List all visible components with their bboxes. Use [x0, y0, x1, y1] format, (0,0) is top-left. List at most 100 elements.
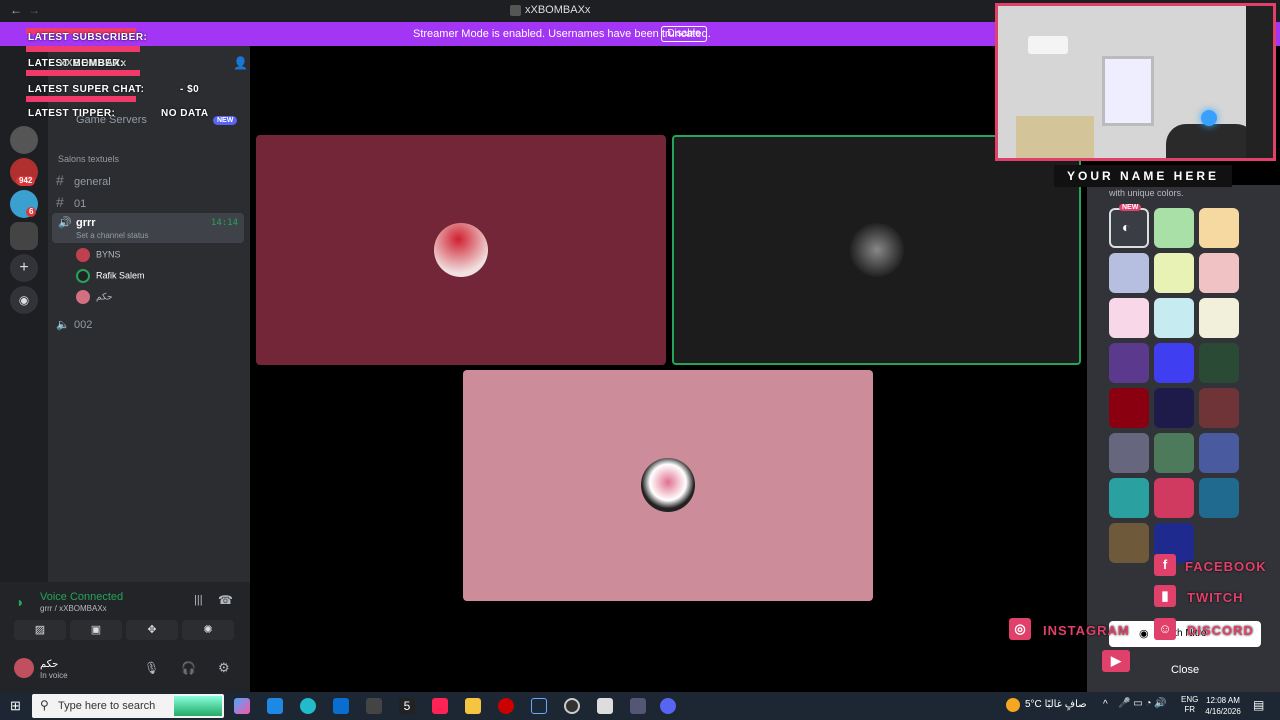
mail-icon[interactable] — [333, 698, 349, 714]
channel-01[interactable]: #01 — [56, 194, 86, 210]
theme-swatch[interactable] — [1154, 253, 1194, 293]
webcam-feed — [995, 3, 1276, 161]
app-5-icon[interactable]: 5 — [399, 698, 415, 714]
screen-share-button[interactable]: ▣ — [70, 620, 122, 640]
theme-swatch[interactable] — [1154, 433, 1194, 473]
weather-icon[interactable] — [1006, 698, 1020, 712]
discord-taskbar-icon[interactable] — [660, 698, 676, 714]
camera-button[interactable]: ▨ — [14, 620, 66, 640]
stream-overlay: LATEST SUBSCRIBER: LATEST MEMBER: xXBOMB… — [0, 28, 240, 128]
channel-general[interactable]: # general — [56, 172, 111, 188]
file-explorer-icon[interactable] — [465, 698, 481, 714]
obs-icon[interactable] — [564, 698, 580, 714]
light — [1201, 110, 1217, 126]
soundboard-icon[interactable]: ||| — [194, 594, 203, 606]
record-icon[interactable] — [498, 698, 514, 714]
search-icon: ⚲ — [40, 698, 49, 712]
theme-swatch[interactable] — [1109, 523, 1149, 563]
theme-swatch[interactable] — [1109, 478, 1149, 518]
voice-channel-name: grrr — [76, 217, 96, 229]
theme-swatch[interactable] — [1199, 298, 1239, 338]
theme-swatch[interactable] — [1199, 208, 1239, 248]
clock[interactable]: 12:08 AM 4/16/2026 — [1203, 695, 1243, 717]
search-highlight-image — [174, 696, 222, 716]
category-label[interactable]: Salons textuels — [58, 154, 119, 164]
taskbar-search[interactable]: ⚲ Type here to search — [32, 694, 224, 718]
edge-icon[interactable] — [300, 698, 316, 714]
voice-connected-title[interactable]: Voice Connected — [40, 591, 123, 603]
user-status: In voice — [40, 671, 68, 680]
twitch-icon[interactable]: ▮ — [1154, 585, 1176, 607]
microphone-icon[interactable]: 🎙 — [144, 661, 159, 675]
soundboard-button[interactable]: ✺ — [182, 620, 234, 640]
theme-swatch[interactable] — [1109, 433, 1149, 473]
theme-swatch[interactable] — [1154, 298, 1194, 338]
theme-swatch[interactable] — [1199, 478, 1239, 518]
avatar[interactable] — [14, 658, 34, 678]
voice-connected-channel: grrr / xXBOMBAXx — [40, 604, 107, 613]
set-channel-status[interactable]: Set a channel status — [76, 231, 149, 240]
latest-superchat-label: LATEST SUPER CHAT: — [28, 84, 145, 95]
voice-channel-002[interactable]: 🔈 002 — [56, 318, 92, 331]
add-friend-icon[interactable]: 👤 — [233, 56, 248, 70]
add-server-icon[interactable]: + — [10, 254, 38, 282]
theme-swatch[interactable] — [1109, 253, 1149, 293]
app-icon[interactable] — [630, 698, 646, 714]
latest-subscriber-label: LATEST SUBSCRIBER: — [28, 32, 148, 43]
video-tile[interactable] — [256, 135, 666, 365]
app-icon[interactable] — [267, 698, 283, 714]
server-name[interactable]: xXBOMBAXx — [60, 58, 127, 69]
voice-member[interactable]: حكم — [76, 290, 113, 306]
facebook-icon[interactable]: f — [1154, 554, 1176, 576]
back-icon[interactable]: ← — [10, 3, 22, 17]
theme-swatch[interactable] — [1199, 253, 1239, 293]
store-icon[interactable] — [366, 698, 382, 714]
theme-swatch[interactable] — [1109, 343, 1149, 383]
brave-icon[interactable] — [432, 698, 448, 714]
youtube-icon[interactable]: ▶ — [1102, 650, 1130, 672]
video-tile[interactable] — [463, 370, 873, 601]
tray-chevron-icon[interactable]: ^ — [1103, 699, 1108, 710]
discord-label: DISCORD — [1187, 623, 1254, 638]
voice-member[interactable]: Rafik Salem — [76, 269, 145, 285]
theme-swatch[interactable] — [1109, 298, 1149, 338]
instagram-icon[interactable]: ◎ — [1009, 618, 1031, 640]
theme-swatch[interactable] — [1199, 388, 1239, 428]
activities-button[interactable]: ✥ — [126, 620, 178, 640]
theme-swatch[interactable] — [1154, 478, 1194, 518]
forward-icon[interactable]: → — [28, 3, 40, 17]
disconnect-icon[interactable]: ☎ — [218, 593, 233, 607]
headphones-icon[interactable]: 🎧 — [181, 661, 196, 675]
voice-member[interactable]: BYNS — [76, 248, 121, 264]
tipper-value: NO DATA — [161, 108, 209, 119]
theme-swatch[interactable] — [1199, 433, 1239, 473]
theme-swatch[interactable]: ◐ NEW — [1109, 204, 1149, 248]
app-icon — [510, 5, 521, 16]
steam-icon[interactable] — [531, 698, 547, 714]
server-icon-active[interactable] — [10, 222, 38, 250]
language-indicator[interactable]: ENG FR — [1181, 695, 1198, 715]
avatar — [434, 223, 488, 277]
theme-swatch[interactable] — [1109, 388, 1149, 428]
theme-swatch[interactable] — [1154, 208, 1194, 248]
server-icon[interactable] — [10, 126, 38, 154]
notifications-icon[interactable]: ▤ — [1253, 698, 1264, 712]
explore-icon[interactable]: ◉ — [10, 286, 38, 314]
superchat-value: - $0 — [180, 84, 200, 95]
close-button[interactable]: Close — [1109, 657, 1261, 683]
settings-gear-icon[interactable]: ⚙ — [218, 660, 230, 676]
video-tile-speaking[interactable] — [672, 135, 1081, 365]
theme-swatch[interactable] — [1154, 388, 1194, 428]
discord-icon[interactable]: ☺ — [1154, 618, 1176, 640]
window-title: xXBOMBAXx — [525, 4, 591, 16]
theme-swatch[interactable] — [1154, 343, 1194, 383]
windows-start-icon[interactable]: ⊞ — [10, 698, 21, 714]
theme-swatch[interactable] — [1199, 343, 1239, 383]
disable-button[interactable]: Disable — [661, 26, 707, 42]
voice-channel-grrr[interactable]: 🔊 grrr 14:14 Set a channel status — [52, 213, 244, 243]
tray-icons[interactable]: 🎤 ▭ ◔ 🔊 — [1118, 698, 1167, 709]
security-icon[interactable] — [597, 698, 613, 714]
copilot-icon[interactable] — [234, 698, 250, 714]
weather-text[interactable]: 5°C صافٍ غالبًا — [1025, 699, 1087, 710]
hash-icon: # — [56, 172, 64, 188]
